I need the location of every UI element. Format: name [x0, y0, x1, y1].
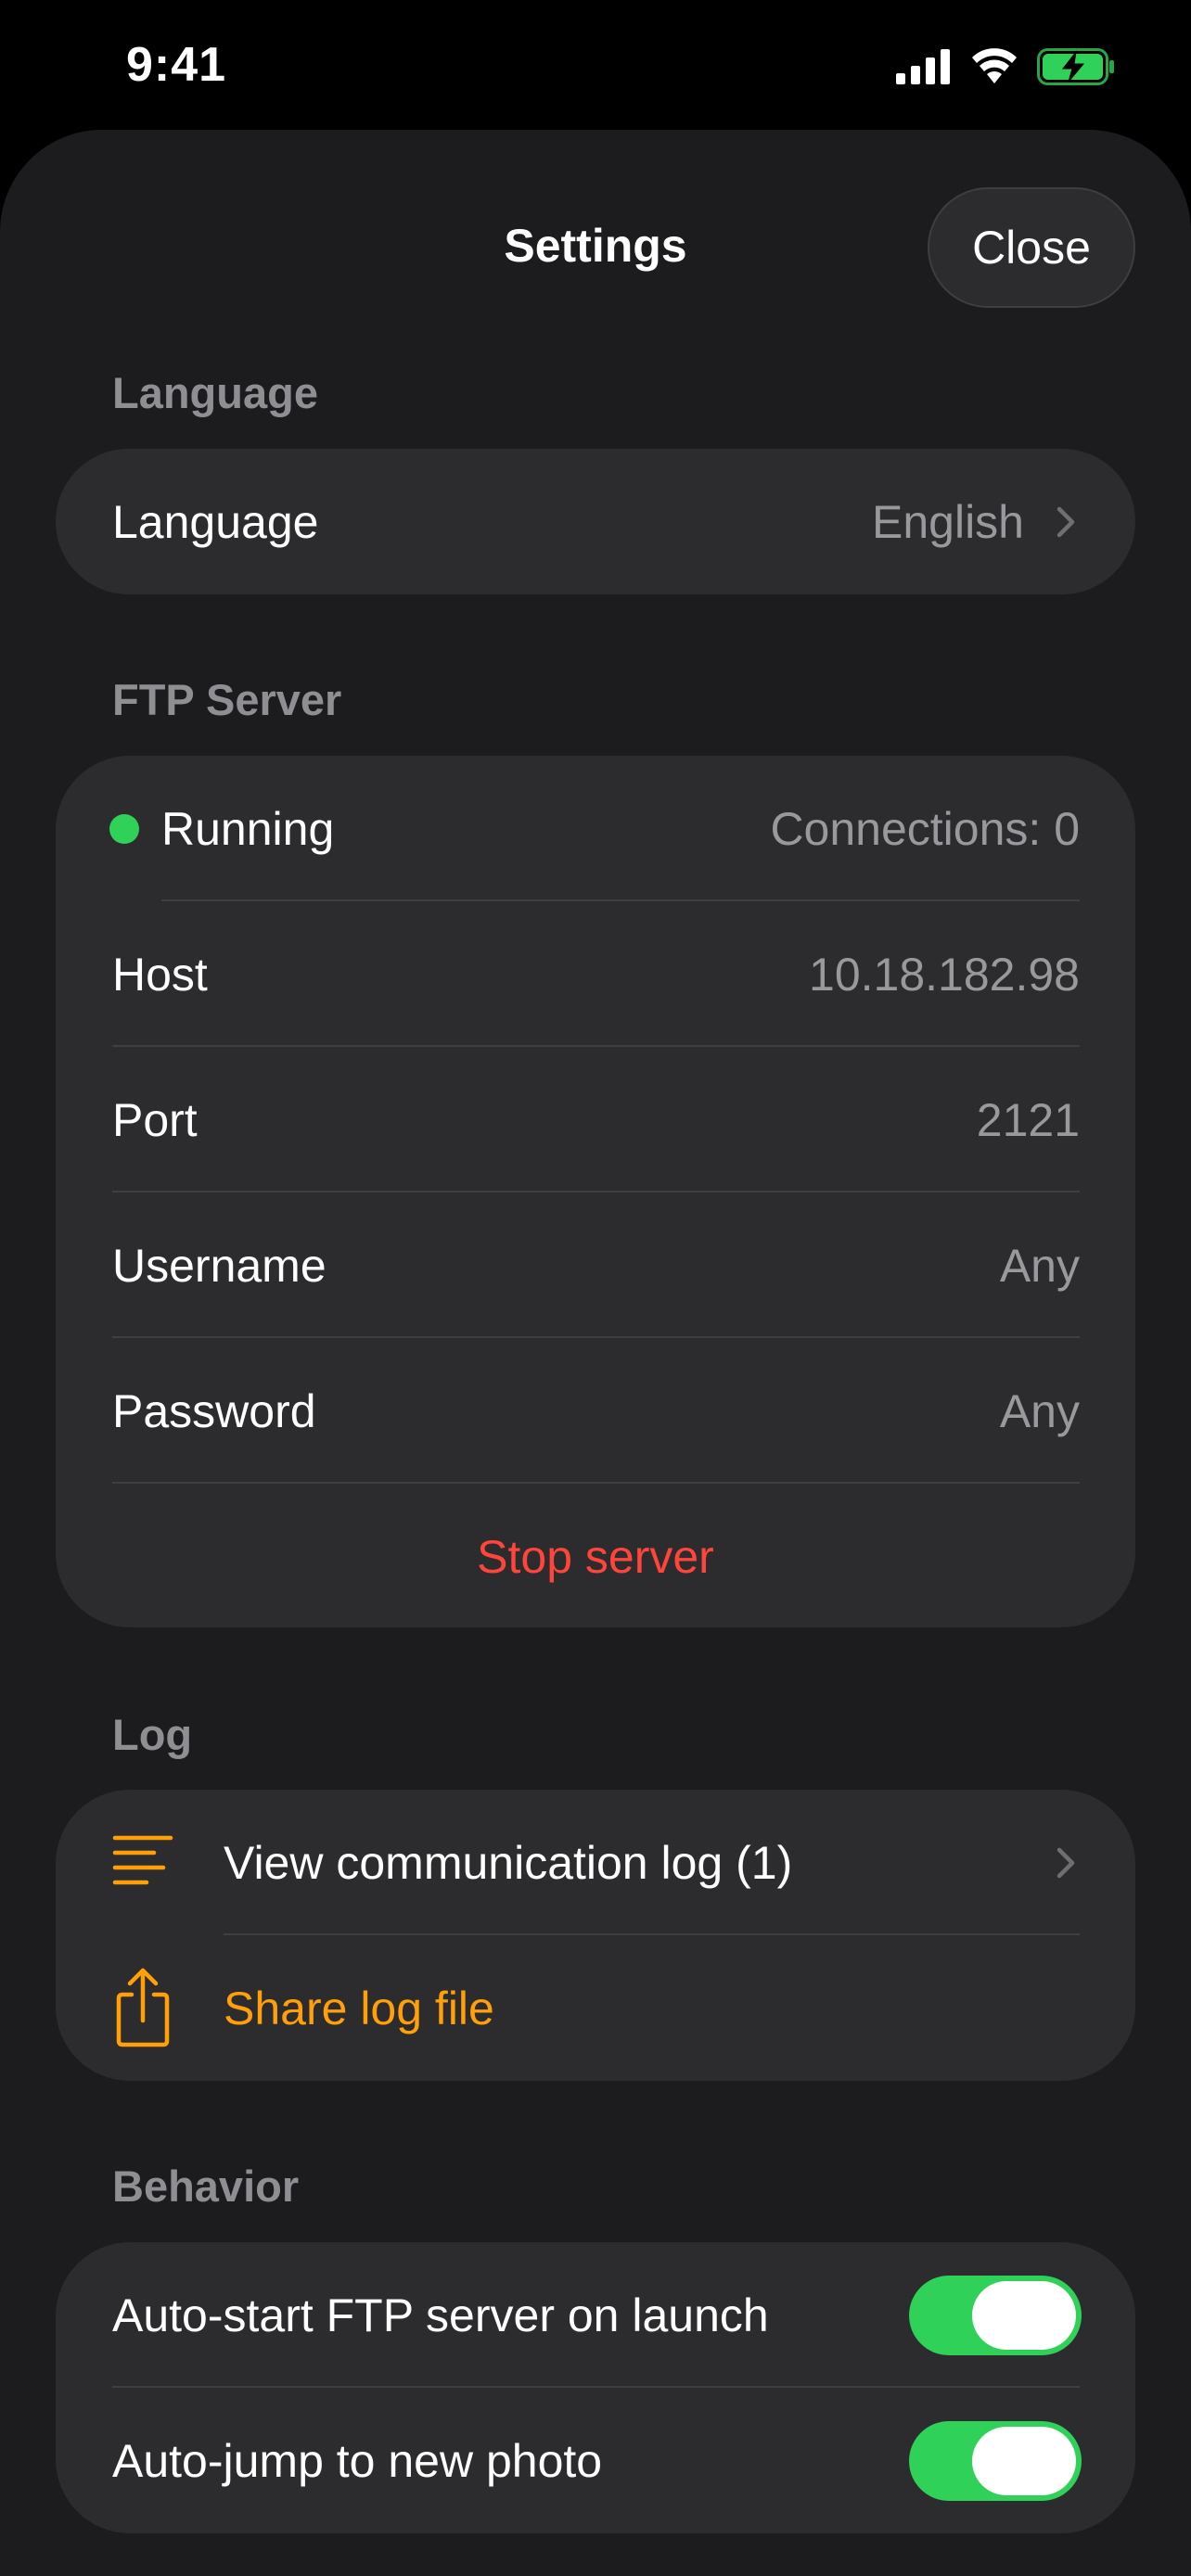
list-lines-icon — [112, 1835, 173, 1885]
language-row-value: English — [872, 495, 1024, 548]
password-value: Any — [999, 1384, 1080, 1437]
port-row: Port 2121 — [56, 1047, 1135, 1192]
status-time: 9:41 — [126, 38, 227, 92]
password-label: Password — [112, 1384, 316, 1437]
toggle-knob — [972, 2281, 1076, 2350]
battery-charging-icon — [1037, 48, 1114, 85]
host-row: Host 10.18.182.98 — [56, 901, 1135, 1047]
stop-server-button[interactable]: Stop server — [56, 1484, 1135, 1627]
share-log-label: Share log file — [224, 1982, 494, 2034]
port-value: 2121 — [976, 1093, 1080, 1146]
language-row[interactable]: Language English — [56, 449, 1135, 594]
username-row: Username Any — [56, 1192, 1135, 1338]
port-label: Port — [112, 1093, 198, 1146]
status-bar: 9:41 — [0, 0, 1191, 130]
host-label: Host — [112, 948, 208, 1001]
ftp-server-card: Running Connections: 0 Host 10.18.182.98… — [56, 756, 1135, 1627]
server-status-label: Running — [161, 802, 335, 855]
username-label: Username — [112, 1239, 327, 1292]
host-value: 10.18.182.98 — [809, 948, 1080, 1001]
chevron-right-icon — [1057, 506, 1075, 537]
autojump-row: Auto-jump to new photo — [56, 2388, 1135, 2533]
section-header-ftp-server: FTP Server — [112, 675, 342, 724]
server-status-row: Running Connections: 0 — [56, 756, 1135, 901]
toggle-knob — [972, 2427, 1076, 2495]
signal-icon — [896, 49, 950, 84]
autostart-label: Auto-start FTP server on launch — [112, 2289, 769, 2341]
language-row-label: Language — [112, 495, 319, 548]
autojump-toggle[interactable] — [909, 2421, 1082, 2501]
section-header-language: Language — [112, 368, 318, 417]
close-button[interactable]: Close — [928, 187, 1135, 308]
autostart-row: Auto-start FTP server on launch — [56, 2242, 1135, 2388]
share-icon — [116, 1968, 170, 2047]
log-card: View communication log (1) Share log fil… — [56, 1790, 1135, 2081]
running-status-dot — [109, 813, 139, 844]
section-header-log: Log — [112, 1710, 193, 1759]
view-log-row[interactable]: View communication log (1) — [56, 1790, 1135, 1935]
connections-count: Connections: 0 — [770, 802, 1080, 855]
view-log-label: View communication log (1) — [224, 1836, 793, 1889]
wifi-icon — [972, 48, 1017, 83]
username-value: Any — [999, 1239, 1080, 1292]
password-row: Password Any — [56, 1338, 1135, 1484]
share-log-row[interactable]: Share log file — [56, 1935, 1135, 2081]
chevron-right-icon — [1057, 1847, 1075, 1878]
stop-server-label: Stop server — [477, 1530, 714, 1583]
status-icons — [896, 46, 1115, 87]
autostart-toggle[interactable] — [909, 2276, 1082, 2355]
behavior-card: Auto-start FTP server on launch Auto-jum… — [56, 2242, 1135, 2533]
section-header-behavior: Behavior — [112, 2162, 300, 2211]
autojump-label: Auto-jump to new photo — [112, 2434, 603, 2487]
language-card: Language English — [56, 449, 1135, 594]
